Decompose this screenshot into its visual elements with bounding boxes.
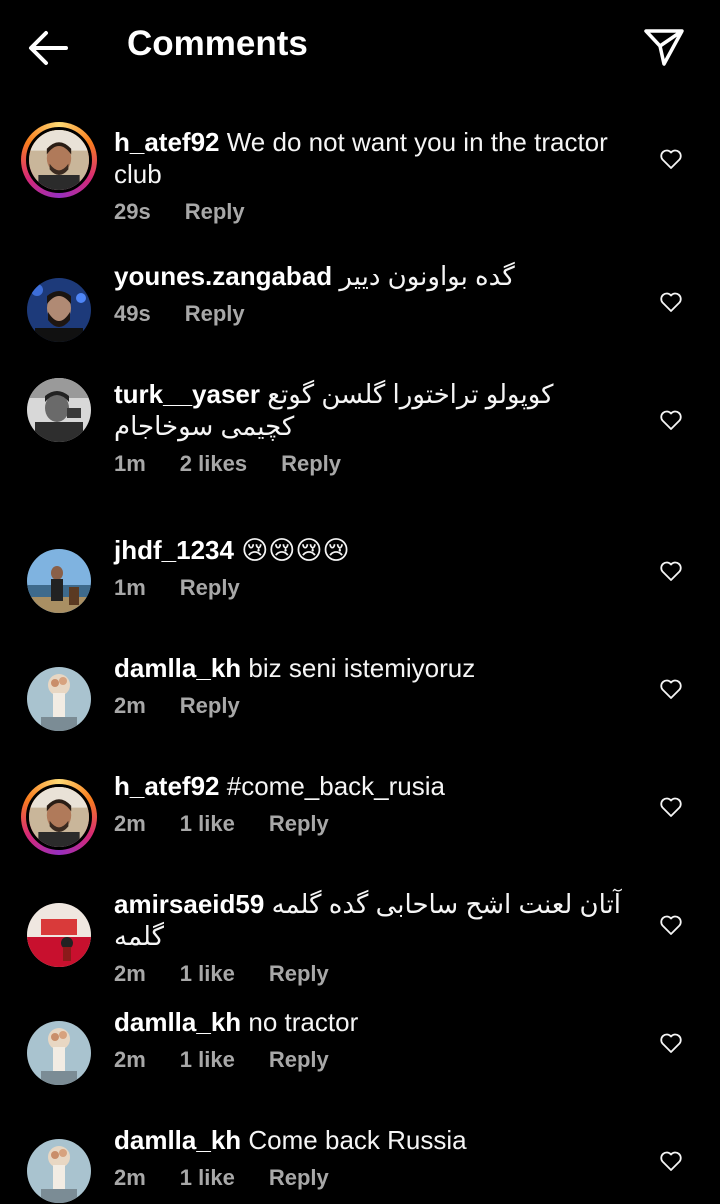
comment-likes[interactable]: 2 likes: [180, 451, 247, 477]
comment-likes[interactable]: 1 like: [180, 961, 235, 987]
reply-button[interactable]: Reply: [281, 451, 341, 477]
avatar[interactable]: [27, 278, 91, 342]
avatar[interactable]: [21, 122, 97, 198]
avatar[interactable]: [21, 779, 97, 855]
heart-outline-icon[interactable]: [659, 796, 683, 818]
comment-time: 2m: [114, 1047, 146, 1072]
reply-button[interactable]: Reply: [269, 961, 329, 987]
heart-outline-icon[interactable]: [659, 148, 683, 170]
comment-time: 29s: [114, 199, 151, 224]
comment-username[interactable]: amirsaeid59: [114, 889, 264, 919]
comment-likes[interactable]: 1 like: [180, 811, 235, 837]
page-title: Comments: [127, 24, 308, 63]
back-button[interactable]: [26, 28, 72, 68]
comment-item: turk__yaser کوپولو تراختورا گلسن گوتع کچ…: [0, 378, 720, 534]
comment-item: jhdf_1234 😢😢😢😢 1m Reply: [0, 534, 720, 652]
paper-plane-icon: [644, 29, 684, 66]
heart-outline-icon[interactable]: [659, 914, 683, 936]
comment-item: damlla_kh no tractor 2m 1 like Reply: [0, 1006, 720, 1124]
reply-button[interactable]: Reply: [185, 301, 245, 327]
comment-time: 2m: [114, 1165, 146, 1190]
avatar[interactable]: [27, 667, 91, 731]
comments-list: h_atef92 We do not want you in the tract…: [0, 118, 720, 1204]
heart-outline-icon[interactable]: [659, 678, 683, 700]
comment-item: h_atef92 We do not want you in the tract…: [0, 118, 720, 260]
comment-username[interactable]: jhdf_1234: [114, 535, 234, 565]
reply-button[interactable]: Reply: [269, 811, 329, 837]
reply-button[interactable]: Reply: [180, 575, 240, 601]
comment-username[interactable]: h_atef92: [114, 771, 220, 801]
comment-time: 1m: [114, 575, 146, 600]
reply-button[interactable]: Reply: [269, 1047, 329, 1073]
share-button[interactable]: [643, 26, 685, 68]
comment-likes[interactable]: 1 like: [180, 1047, 235, 1073]
avatar[interactable]: [27, 1139, 91, 1203]
comment-time: 2m: [114, 811, 146, 836]
comment-username[interactable]: h_atef92: [114, 127, 220, 157]
heart-outline-icon[interactable]: [659, 291, 683, 313]
comment-time: 49s: [114, 301, 151, 326]
comment-text: no tractor: [248, 1007, 359, 1037]
arrow-left-icon: [29, 31, 68, 65]
heart-outline-icon[interactable]: [659, 1150, 683, 1172]
comment-text: biz seni istemiyoruz: [248, 653, 476, 683]
header: Comments: [0, 0, 720, 92]
comment-time: 1m: [114, 451, 146, 476]
comment-item: damlla_kh biz seni istemiyoruz 2m Reply: [0, 652, 720, 770]
comment-text: #come_back_rusia: [226, 771, 445, 801]
heart-outline-icon[interactable]: [659, 409, 683, 431]
comment-username[interactable]: damlla_kh: [114, 1125, 241, 1155]
comment-item: younes.zangabad گده بواونون دییر 49s Repl…: [0, 260, 720, 378]
heart-outline-icon[interactable]: [659, 560, 683, 582]
avatar[interactable]: [27, 903, 91, 967]
avatar[interactable]: [27, 1021, 91, 1085]
comment-time: 2m: [114, 693, 146, 718]
avatar[interactable]: [27, 549, 91, 613]
comment-item: h_atef92 #come_back_rusia 2m 1 like Reply: [0, 770, 720, 888]
avatar[interactable]: [27, 378, 91, 442]
heart-outline-icon[interactable]: [659, 1032, 683, 1054]
reply-button[interactable]: Reply: [180, 693, 240, 719]
comment-item: amirsaeid59 آتان لعنت اشح ساحابی گده گلم…: [0, 888, 720, 1006]
comment-username[interactable]: damlla_kh: [114, 1007, 241, 1037]
comment-username[interactable]: turk__yaser: [114, 379, 260, 409]
comment-text: 😢😢😢😢: [241, 535, 350, 565]
comment-text: گده بواونون دییر: [339, 261, 515, 291]
comment-username[interactable]: younes.zangabad: [114, 261, 332, 291]
reply-button[interactable]: Reply: [185, 199, 245, 225]
comment-likes[interactable]: 1 like: [180, 1165, 235, 1191]
comment-username[interactable]: damlla_kh: [114, 653, 241, 683]
comment-time: 2m: [114, 961, 146, 986]
comment-item: damlla_kh Come back Russia 2m 1 like Reply: [0, 1124, 720, 1204]
reply-button[interactable]: Reply: [269, 1165, 329, 1191]
comment-text: Come back Russia: [248, 1125, 467, 1155]
